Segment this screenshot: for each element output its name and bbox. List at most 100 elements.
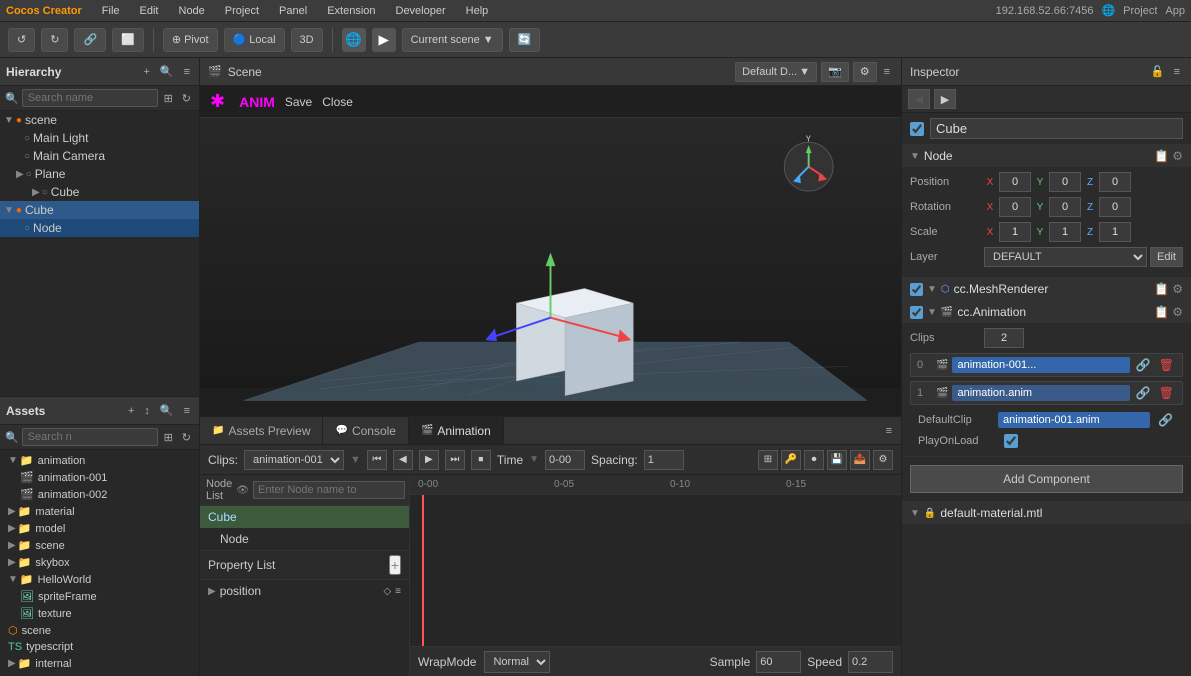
scene-select[interactable]: Current scene ▼	[402, 28, 503, 52]
meshrenderer-settings-btn[interactable]: ⚙	[1172, 282, 1183, 296]
resize-btn[interactable]: ⬜	[112, 28, 144, 52]
asset-anim002[interactable]: 🎬 animation-002	[0, 486, 199, 503]
hierarchy-add-btn[interactable]: +	[140, 65, 152, 79]
pos-x-input[interactable]	[999, 172, 1031, 192]
animation-settings-btn[interactable]: ⚙	[1172, 305, 1183, 319]
link-btn[interactable]: 🔗	[74, 28, 106, 52]
spacing-input[interactable]	[644, 450, 684, 470]
hierarchy-filter-btn[interactable]: ⊞	[161, 91, 176, 106]
menu-developer[interactable]: Developer	[392, 3, 450, 19]
asset-spriteframe[interactable]: 🖼 spriteFrame	[0, 588, 199, 605]
menu-extension[interactable]: Extension	[323, 3, 379, 19]
add-component-button[interactable]: Add Component	[910, 465, 1183, 493]
layer-select[interactable]: DEFAULT	[984, 247, 1147, 267]
pos-z-input[interactable]	[1099, 172, 1131, 192]
speed-input[interactable]	[848, 651, 893, 673]
inspector-forward-btn[interactable]: ▶	[934, 89, 956, 109]
redo-btn[interactable]: ↻	[41, 28, 68, 52]
rot-y-input[interactable]	[1049, 197, 1081, 217]
clip-1-link-btn[interactable]: 🔗	[1134, 386, 1153, 400]
scale-y-input[interactable]	[1049, 222, 1081, 242]
anim-play-btn[interactable]: ▶	[419, 450, 439, 470]
assets-filter-btn[interactable]: ⊞	[161, 430, 176, 445]
asset-material-folder[interactable]: ▶ 📁 material	[0, 503, 199, 520]
hier-scene[interactable]: ▼ ● scene	[0, 111, 199, 129]
anim-node-cube[interactable]: Cube	[200, 506, 409, 528]
hierarchy-refresh-btn[interactable]: ↻	[179, 91, 194, 106]
pos-y-input[interactable]	[1049, 172, 1081, 192]
hier-node[interactable]: ○ Node	[0, 219, 199, 237]
clips-count-input[interactable]	[984, 328, 1024, 348]
animation-copy-btn[interactable]: 📋	[1154, 305, 1169, 319]
play-btn[interactable]: 🌐	[342, 28, 366, 52]
menu-edit[interactable]: Edit	[136, 3, 163, 19]
prop-add-btn[interactable]: +	[389, 555, 401, 575]
asset-skybox-folder[interactable]: ▶ 📁 skybox	[0, 554, 199, 571]
animation-comp-header[interactable]: ▼ 🎬 cc.Animation 📋 ⚙	[902, 301, 1191, 323]
inspector-back-btn[interactable]: ◀	[908, 89, 930, 109]
node-comp-header[interactable]: ▼ Node 📋 ⚙	[902, 145, 1191, 167]
node-copy-btn[interactable]: 📋	[1154, 149, 1169, 163]
inspector-more-btn[interactable]: ≡	[1171, 64, 1183, 79]
assets-add-btn[interactable]: +	[125, 404, 137, 418]
menu-help[interactable]: Help	[462, 3, 493, 19]
pivot-btn[interactable]: ⊕ Pivot	[163, 28, 218, 52]
scale-z-input[interactable]	[1099, 222, 1131, 242]
clip-0-del-btn[interactable]: 🗑	[1157, 358, 1176, 372]
scene-more-btn[interactable]: ≡	[881, 65, 893, 79]
app-btn[interactable]: App	[1165, 5, 1185, 17]
asset-texture[interactable]: 🖼 texture	[0, 605, 199, 622]
node-settings-btn[interactable]: ⚙	[1172, 149, 1183, 163]
asset-scene-file[interactable]: ⬡ scene	[0, 622, 199, 639]
anim-save-btn[interactable]: Save	[285, 95, 312, 109]
menu-panel[interactable]: Panel	[275, 3, 311, 19]
timeline-body[interactable]	[410, 495, 901, 646]
assets-search-input[interactable]	[22, 428, 158, 446]
layer-edit-btn[interactable]: Edit	[1150, 247, 1183, 267]
hier-cube[interactable]: ▼ ● Cube	[0, 201, 199, 219]
clip-0-name[interactable]	[952, 357, 1129, 373]
prop-diamond-icon[interactable]: ◇	[383, 586, 391, 597]
clip-1-name[interactable]	[952, 385, 1129, 401]
rot-z-input[interactable]	[1099, 197, 1131, 217]
hier-plane-cube[interactable]: ▶ ○ Cube	[0, 183, 199, 201]
tab-assets-preview[interactable]: 📁 Assets Preview	[200, 417, 323, 444]
undo-btn[interactable]: ↺	[8, 28, 35, 52]
anim-key-btn[interactable]: 🔑	[781, 450, 801, 470]
asset-typescript[interactable]: TS typescript	[0, 639, 199, 655]
anim-first-btn[interactable]: ⏮	[367, 450, 387, 470]
hierarchy-search-input[interactable]	[22, 89, 158, 107]
meshrenderer-copy-btn[interactable]: 📋	[1154, 282, 1169, 296]
default-clip-link-btn[interactable]: 🔗	[1156, 413, 1175, 427]
anim-stop-btn[interactable]: ⏹	[471, 450, 491, 470]
anim-node-node[interactable]: Node	[200, 528, 409, 550]
play-scene-btn[interactable]: ▶	[372, 28, 396, 52]
obj-name-input[interactable]	[930, 118, 1183, 139]
network-icon[interactable]: 🌐	[1101, 4, 1115, 17]
local-btn[interactable]: 🔵 Local	[224, 28, 285, 52]
hier-plane[interactable]: ▶ ○ Plane	[0, 165, 199, 183]
anim-next-btn[interactable]: ⏭	[445, 450, 465, 470]
tab-console[interactable]: 💬 Console	[323, 417, 408, 444]
clip-0-link-btn[interactable]: 🔗	[1134, 358, 1153, 372]
anim-close-btn[interactable]: Close	[322, 95, 353, 109]
prop-list-icon[interactable]: ≡	[395, 586, 401, 597]
menu-project[interactable]: Project	[221, 3, 263, 19]
clip-select[interactable]: animation-001	[244, 450, 344, 470]
hierarchy-more-btn[interactable]: ≡	[181, 65, 193, 79]
anim-export-btn[interactable]: 📤	[850, 450, 870, 470]
material-header[interactable]: ▼ 🔒 default-material.mtl	[902, 502, 1191, 524]
scene-camera-btn[interactable]: 📷	[821, 62, 849, 82]
asset-animation-folder[interactable]: ▼ 📁 animation	[0, 452, 199, 469]
inspector-lock-btn[interactable]: 🔓	[1148, 64, 1168, 79]
asset-model-folder[interactable]: ▶ 📁 model	[0, 520, 199, 537]
3d-btn[interactable]: 3D	[291, 28, 323, 52]
obj-checkbox[interactable]	[910, 122, 924, 136]
time-input[interactable]	[545, 450, 585, 470]
tab-animation[interactable]: 🎬 Animation	[409, 417, 504, 444]
hier-maincamera[interactable]: ○ Main Camera	[0, 147, 199, 165]
nodelist-search[interactable]	[253, 481, 405, 499]
default-clip-input[interactable]	[998, 412, 1150, 428]
scene-settings-btn[interactable]: ⚙	[853, 62, 877, 82]
refresh-btn[interactable]: 🔄	[509, 28, 541, 52]
